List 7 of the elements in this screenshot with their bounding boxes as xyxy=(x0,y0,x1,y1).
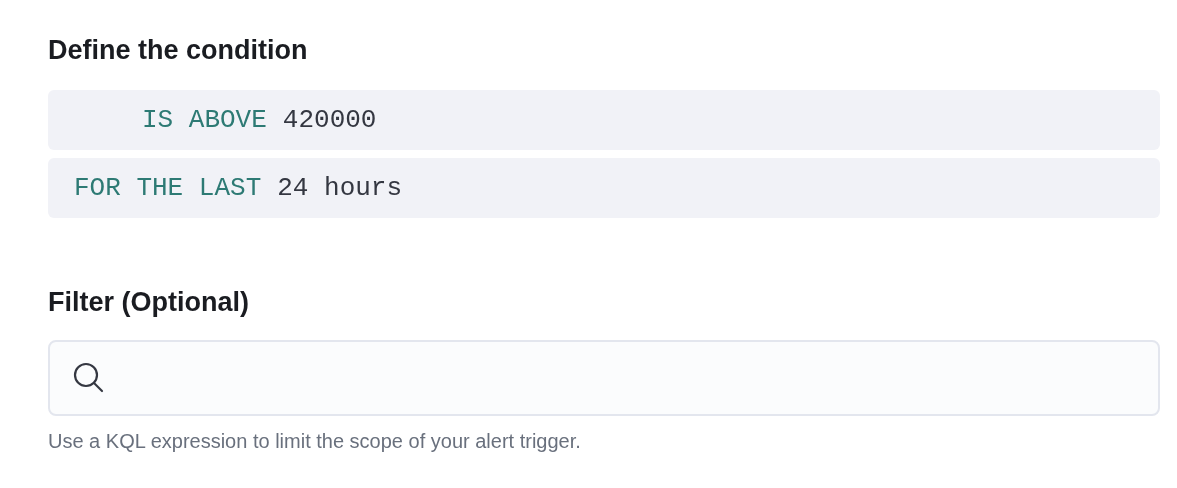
search-field[interactable] xyxy=(48,340,1160,416)
search-icon xyxy=(72,361,106,395)
section-title: Filter (Optional) xyxy=(48,286,250,319)
condition-expression[interactable]: FOR THE LAST 24 hours xyxy=(48,158,1160,218)
section-title: Define the condition xyxy=(48,34,309,67)
condition-expression[interactable]: IS ABOVE 420000 xyxy=(48,90,1160,150)
help-text: Use a KQL expression to limit the scope of your alert trigger. xyxy=(48,430,582,453)
